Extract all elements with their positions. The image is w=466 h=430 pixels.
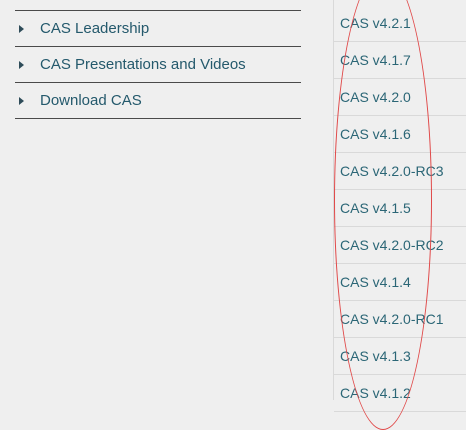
caret-right-icon [19,96,24,105]
caret-right-icon [19,60,24,69]
side-navigation: CAS Leadership CAS Presentations and Vid… [15,0,301,119]
version-link[interactable]: CAS v4.1.6 [334,116,466,153]
version-link[interactable]: CAS v4.2.0-RC3 [334,153,466,190]
nav-item-label: CAS Leadership [40,20,150,37]
version-list: CAS v4.2.1 CAS v4.1.7 CAS v4.2.0 CAS v4.… [333,0,466,412]
version-link[interactable]: CAS v4.1.3 [334,338,466,375]
version-link[interactable]: CAS v4.1.4 [334,264,466,301]
nav-item-cas-presentations[interactable]: CAS Presentations and Videos [15,47,301,83]
version-link[interactable]: CAS v4.2.0-RC1 [334,301,466,338]
version-link[interactable]: CAS v4.2.0-RC2 [334,227,466,264]
version-link[interactable]: CAS v4.2.0 [334,79,466,116]
nav-top-divider [15,0,301,11]
nav-item-label: CAS Presentations and Videos [40,56,246,73]
version-link[interactable]: CAS v4.2.1 [334,5,466,42]
version-link[interactable]: CAS v4.1.2 [334,375,466,412]
nav-item-label: Download CAS [40,92,142,109]
nav-item-download-cas[interactable]: Download CAS [15,83,301,119]
version-link[interactable]: CAS v4.1.7 [334,42,466,79]
version-link[interactable]: CAS v4.1.5 [334,190,466,227]
caret-right-icon [19,24,24,33]
nav-item-cas-leadership[interactable]: CAS Leadership [15,11,301,47]
